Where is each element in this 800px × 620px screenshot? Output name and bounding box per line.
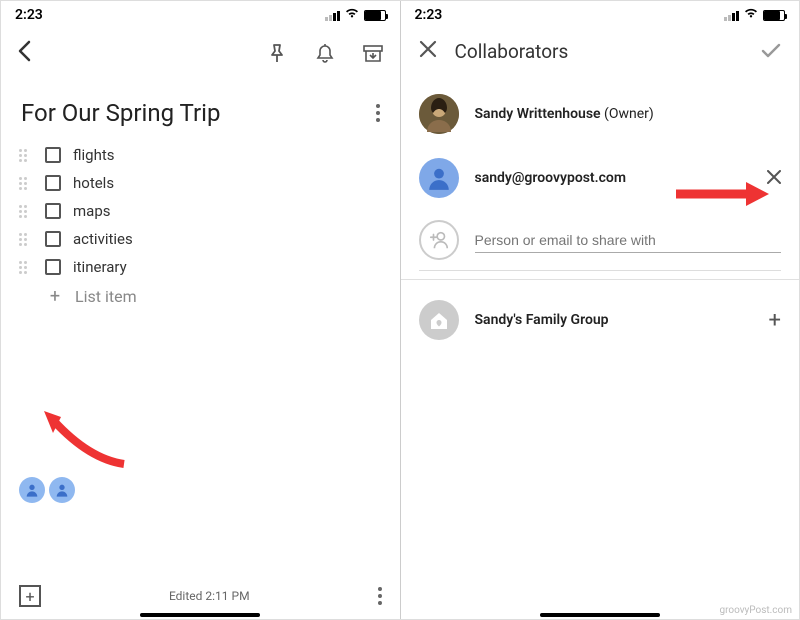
add-collaborator-row <box>419 210 782 271</box>
collaborators-header: Collaborators <box>401 25 800 78</box>
more-menu-icon[interactable] <box>378 587 382 605</box>
avatar-icon[interactable] <box>19 477 45 503</box>
close-icon[interactable] <box>419 39 437 64</box>
collaborator-row: sandy@groovypost.com <box>419 146 782 210</box>
list-item[interactable]: hotels <box>19 169 382 197</box>
back-button[interactable] <box>17 39 31 69</box>
collaborators-list: Sandy Writtenhouse (Owner) sandy@groovyp… <box>401 78 800 356</box>
drag-handle-icon[interactable] <box>19 149 33 162</box>
list-item[interactable]: flights <box>19 141 382 169</box>
drag-handle-icon[interactable] <box>19 233 33 246</box>
status-time: 2:23 <box>415 7 443 23</box>
item-label[interactable]: itinerary <box>73 258 127 276</box>
reminder-icon[interactable] <box>314 43 336 65</box>
remove-collaborator-icon[interactable] <box>767 168 781 189</box>
signal-icon <box>325 10 340 21</box>
collaborator-avatars[interactable] <box>1 471 400 509</box>
checkbox[interactable] <box>45 147 61 163</box>
family-group-icon <box>419 300 459 340</box>
add-button[interactable]: + <box>19 585 41 607</box>
collaborators-title: Collaborators <box>455 40 744 63</box>
owner-tag: (Owner) <box>604 106 654 122</box>
note-toolbar <box>1 25 400 79</box>
list-item[interactable]: maps <box>19 197 382 225</box>
status-icons <box>724 7 785 23</box>
checkbox[interactable] <box>45 231 61 247</box>
drag-handle-icon[interactable] <box>19 177 33 190</box>
group-row[interactable]: Sandy's Family Group + <box>419 288 782 352</box>
wifi-icon <box>344 7 360 23</box>
collaborator-email: sandy@groovypost.com <box>475 170 752 186</box>
avatar-icon <box>419 158 459 198</box>
checkbox[interactable] <box>45 259 61 275</box>
collaborator-name: Sandy Writtenhouse (Owner) <box>475 106 782 122</box>
status-time: 2:23 <box>15 7 43 23</box>
home-indicator <box>140 613 260 617</box>
collaborator-row-owner: Sandy Writtenhouse (Owner) <box>419 82 782 146</box>
status-bar: 2:23 <box>1 1 400 25</box>
add-person-icon <box>419 220 459 260</box>
wifi-icon <box>743 7 759 23</box>
avatar-icon[interactable] <box>49 477 75 503</box>
add-item-placeholder: List item <box>75 287 137 306</box>
pin-icon[interactable] <box>266 43 288 65</box>
drag-handle-icon[interactable] <box>19 205 33 218</box>
battery-icon <box>364 10 386 21</box>
checkbox[interactable] <box>45 203 61 219</box>
item-label[interactable]: hotels <box>73 174 114 192</box>
group-name: Sandy's Family Group <box>475 312 753 328</box>
note-title[interactable]: For Our Spring Trip <box>21 99 220 127</box>
add-group-icon[interactable]: + <box>769 308 781 333</box>
checkbox[interactable] <box>45 175 61 191</box>
list-item[interactable]: activities <box>19 225 382 253</box>
status-bar: 2:23 <box>401 1 800 25</box>
annotation-arrow <box>39 409 129 469</box>
more-menu-icon[interactable] <box>376 104 380 122</box>
edited-timestamp: Edited 2:11 PM <box>41 589 378 603</box>
avatar <box>419 94 459 134</box>
archive-icon[interactable] <box>362 43 384 65</box>
checklist: flights hotels maps activities itinerary <box>1 137 400 316</box>
item-label[interactable]: activities <box>73 230 133 248</box>
add-list-item[interactable]: + List item <box>19 281 382 312</box>
watermark: groovyPost.com <box>719 605 792 616</box>
share-input[interactable] <box>475 228 782 253</box>
battery-icon <box>763 10 785 21</box>
confirm-icon[interactable] <box>761 40 781 64</box>
drag-handle-icon[interactable] <box>19 261 33 274</box>
divider <box>401 279 800 280</box>
plus-icon: + <box>47 286 63 307</box>
list-item[interactable]: itinerary <box>19 253 382 281</box>
home-indicator <box>540 613 660 617</box>
item-label[interactable]: flights <box>73 146 115 164</box>
signal-icon <box>724 10 739 21</box>
item-label[interactable]: maps <box>73 202 110 220</box>
bottom-toolbar: + Edited 2:11 PM <box>1 585 400 607</box>
status-icons <box>325 7 386 23</box>
